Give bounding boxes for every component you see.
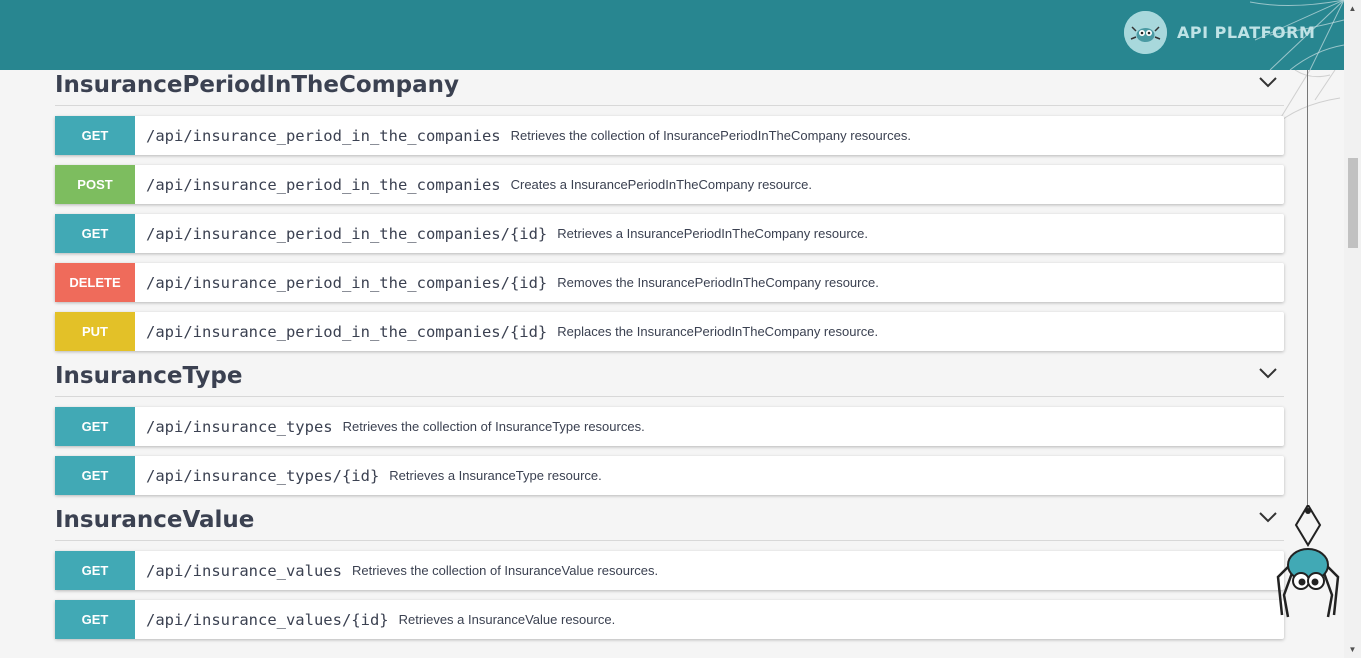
spider-mascot-icon [1276, 505, 1340, 618]
scroll-down-arrow-icon[interactable]: ▼ [1344, 641, 1361, 658]
method-badge: GET [55, 600, 135, 639]
operation-row[interactable]: GET /api/insurance_types Retrieves the c… [55, 407, 1284, 446]
operation-row[interactable]: GET /api/insurance_period_in_the_compani… [55, 116, 1284, 155]
operation-path: /api/insurance_types [146, 417, 333, 436]
operation-row[interactable]: POST /api/insurance_period_in_the_compan… [55, 165, 1284, 204]
method-badge: GET [55, 116, 135, 155]
operation-description: Retrieves the collection of InsurancePer… [510, 128, 911, 143]
section-header[interactable]: InsuranceValue [55, 505, 1284, 541]
operation-description: Retrieves the collection of InsuranceTyp… [342, 419, 645, 434]
section-title: InsurancePeriodInTheCompany [55, 72, 460, 98]
spider-thread [1307, 70, 1308, 510]
section-header[interactable]: InsurancePeriodInTheCompany [55, 70, 1284, 106]
operation-description: Retrieves a InsuranceType resource. [389, 468, 602, 483]
operation-row[interactable]: GET /api/insurance_values/{id} Retrieves… [55, 600, 1284, 639]
operation-description: Retrieves a InsuranceValue resource. [398, 612, 616, 627]
section-insurance-type: InsuranceType GET /api/insurance_types R… [55, 361, 1284, 495]
api-platform-logo-icon [1124, 11, 1167, 54]
operation-description: Retrieves the collection of InsuranceVal… [351, 563, 659, 578]
operation-path: /api/insurance_period_in_the_companies [146, 175, 501, 194]
top-bar: API PLATFORM [0, 0, 1344, 70]
scroll-thumb[interactable] [1348, 158, 1358, 248]
operation-description: Creates a InsurancePeriodInTheCompany re… [510, 177, 812, 192]
operation-row[interactable]: GET /api/insurance_types/{id} Retrieves … [55, 456, 1284, 495]
method-badge: GET [55, 551, 135, 590]
operation-row[interactable]: PUT /api/insurance_period_in_the_compani… [55, 312, 1284, 351]
operation-row[interactable]: GET /api/insurance_values Retrieves the … [55, 551, 1284, 590]
method-badge: POST [55, 165, 135, 204]
operations-list: InsurancePeriodInTheCompany GET /api/ins… [55, 70, 1284, 649]
section-title: InsuranceValue [55, 507, 255, 533]
operation-path: /api/insurance_values [146, 561, 342, 580]
section-header[interactable]: InsuranceType [55, 361, 1284, 397]
section-insurance-period: InsurancePeriodInTheCompany GET /api/ins… [55, 70, 1284, 351]
operation-description: Removes the InsurancePeriodInTheCompany … [557, 275, 879, 290]
spider-web-icon [1250, 0, 1344, 70]
operation-description: Replaces the InsurancePeriodInTheCompany… [557, 324, 879, 339]
operation-path: /api/insurance_period_in_the_companies/{… [146, 224, 548, 243]
operation-path: /api/insurance_period_in_the_companies [146, 126, 501, 145]
scroll-up-arrow-icon[interactable]: ▲ [1344, 0, 1361, 17]
chevron-down-icon[interactable] [1256, 363, 1280, 383]
operation-description: Retrieves a InsurancePeriodInTheCompany … [557, 226, 868, 241]
operation-row[interactable]: GET /api/insurance_period_in_the_compani… [55, 214, 1284, 253]
method-badge: GET [55, 456, 135, 495]
scrollbar[interactable]: ▲ ▼ [1344, 0, 1361, 658]
section-insurance-value: InsuranceValue GET /api/insurance_values… [55, 505, 1284, 639]
section-title: InsuranceType [55, 363, 243, 389]
method-badge: GET [55, 214, 135, 253]
method-badge: PUT [55, 312, 135, 351]
method-badge: GET [55, 407, 135, 446]
chevron-down-icon[interactable] [1256, 72, 1280, 92]
operation-path: /api/insurance_values/{id} [146, 610, 389, 629]
operation-row[interactable]: DELETE /api/insurance_period_in_the_comp… [55, 263, 1284, 302]
method-badge: DELETE [55, 263, 135, 302]
operation-path: /api/insurance_period_in_the_companies/{… [146, 273, 548, 292]
operation-path: /api/insurance_period_in_the_companies/{… [146, 322, 548, 341]
operation-path: /api/insurance_types/{id} [146, 466, 380, 485]
